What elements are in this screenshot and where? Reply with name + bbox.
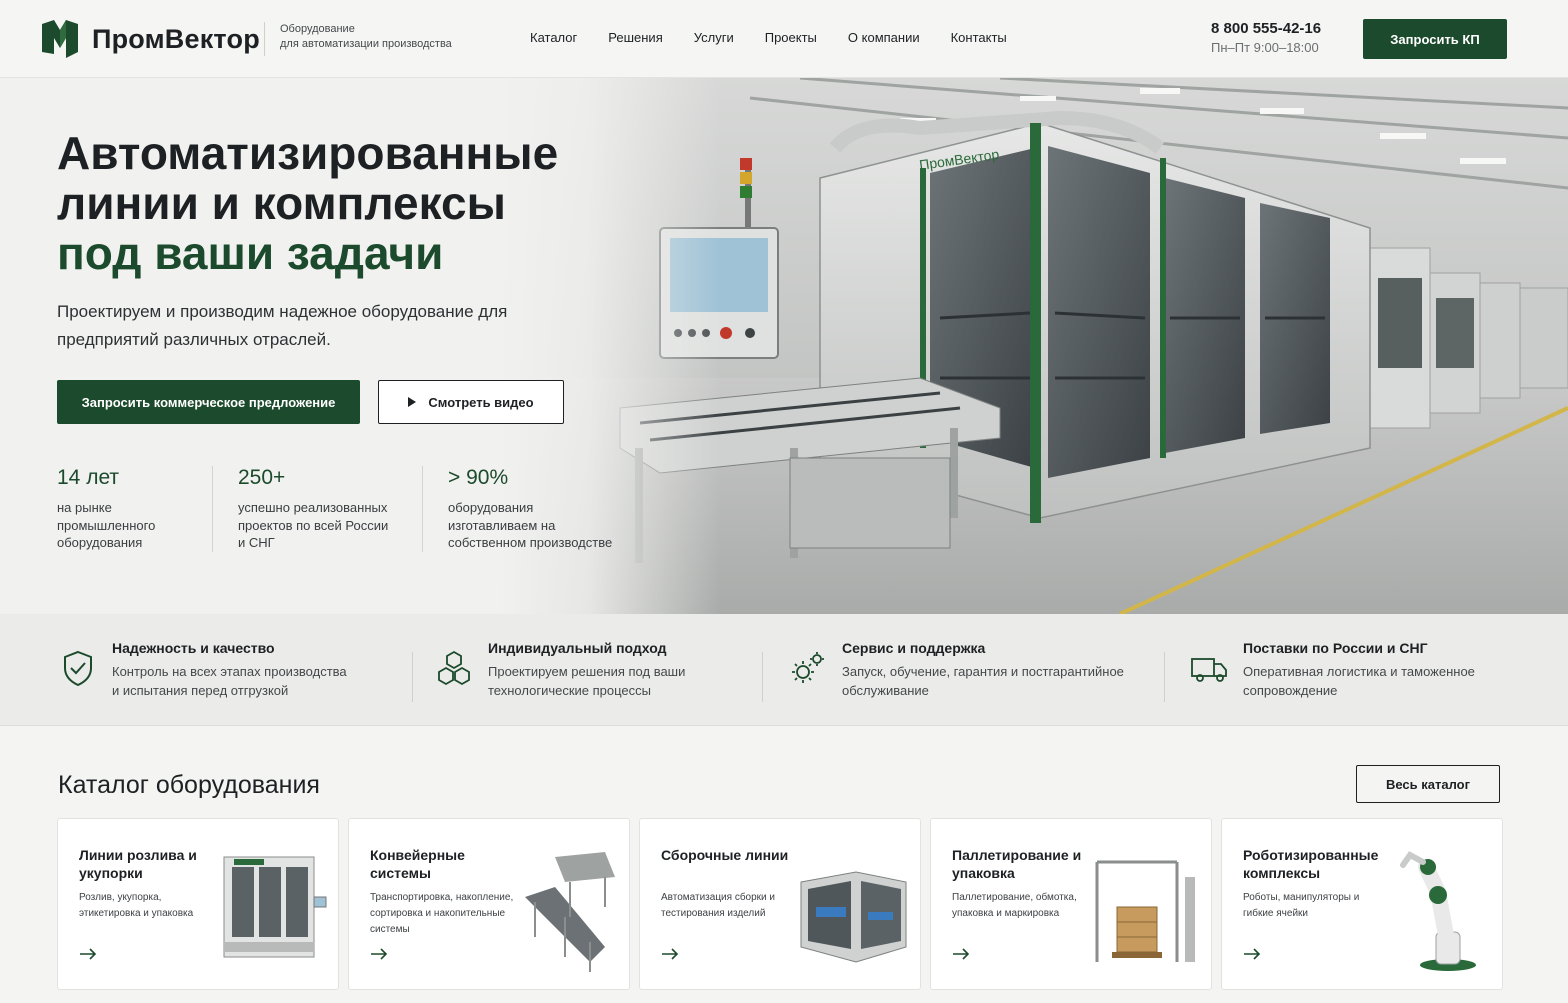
catalog-card-palletizing[interactable]: Паллетирование и упаковка Паллетирование…: [930, 818, 1212, 990]
features-strip: Надежность и качество Контроль на всех э…: [0, 614, 1568, 726]
catalog-card-robotics[interactable]: Роботизированные комплексы Роботы, манип…: [1221, 818, 1503, 990]
arrow-right-icon[interactable]: [952, 947, 970, 961]
catalog-card-assembly-lines[interactable]: Сборочные линии Автоматизация сборки и т…: [639, 818, 921, 990]
catalog-card-filling-lines[interactable]: Линии розлива и укупорки Розлив, укупорк…: [57, 818, 339, 990]
brand-tagline: Оборудование для автоматизации производс…: [264, 22, 452, 56]
watch-video-label: Смотреть видео: [428, 394, 534, 410]
gears-icon: [792, 652, 824, 683]
arrow-right-icon[interactable]: [1243, 947, 1261, 961]
work-hours: Пн–Пт 9:00–18:00: [1211, 40, 1319, 55]
arrow-right-icon[interactable]: [370, 947, 388, 961]
feature-quality: Надежность и качество Контроль на всех э…: [58, 640, 352, 700]
request-commercial-offer-button[interactable]: Запросить коммерческое предложение: [57, 380, 360, 424]
assembly-cell-image: [800, 871, 907, 963]
nav-item-catalog[interactable]: Каталог: [530, 30, 577, 45]
feature-divider: [1164, 652, 1165, 702]
stat-label: на рынке промышленного оборудования: [57, 500, 156, 550]
feature-divider: [762, 652, 763, 702]
logo[interactable]: ПромВектор: [40, 18, 260, 60]
card-desc: Розлив, укупорка, этикетировка и упаковк…: [79, 892, 194, 919]
stat-label: оборудования изготавливаем на собственно…: [448, 500, 613, 550]
hero-stats: 14 лет на рынке промышленного оборудован…: [57, 466, 642, 552]
card-desc: Автоматизация сборки и тестирования изде…: [661, 892, 776, 919]
nav-item-solutions[interactable]: Решения: [608, 30, 662, 45]
nav-item-projects[interactable]: Проекты: [765, 30, 817, 45]
stat-value: 250+: [238, 466, 286, 489]
feature-title: Индивидуальный подход: [488, 640, 667, 656]
cubes-icon: [438, 650, 470, 686]
request-quote-button[interactable]: Запросить КП: [1363, 19, 1507, 59]
hero-title-line-1: Автоматизированные: [57, 127, 559, 179]
shield-check-icon: [64, 650, 92, 687]
card-title: Конвейерные системы: [370, 847, 465, 881]
arrow-right-icon[interactable]: [661, 947, 679, 961]
arrow-right-icon[interactable]: [79, 947, 97, 961]
main-nav: Каталог Решения Услуги Проекты О компани…: [530, 30, 1038, 45]
card-desc: Паллетирование, обмотка, упаковка и марк…: [952, 892, 1077, 919]
feature-title: Надежность и качество: [112, 640, 275, 656]
truck-icon: [1191, 658, 1227, 682]
site-header: ПромВектор Оборудование для автоматизаци…: [0, 0, 1568, 78]
brand-name: ПромВектор: [92, 23, 260, 54]
contact-block: 8 800 555-42-16 Пн–Пт 9:00–18:00: [1211, 20, 1321, 55]
logo-mark-icon: [42, 20, 78, 58]
feature-title: Поставки по России и СНГ: [1243, 640, 1428, 656]
card-desc: Роботы, манипуляторы и гибкие ячейки: [1243, 892, 1360, 919]
hero-section: ПромВектор Автоматизированные линии и ко…: [0, 78, 1568, 614]
card-title: Паллетирование и упаковка: [952, 847, 1082, 881]
card-title: Роботизированные комплексы: [1243, 847, 1379, 881]
full-catalog-button[interactable]: Весь каталог: [1356, 765, 1500, 803]
hero-title-line-3: под ваши задачи: [57, 227, 444, 279]
card-title: Линии розлива и укупорки: [79, 847, 197, 881]
play-icon: [408, 397, 417, 407]
nav-item-services[interactable]: Услуги: [694, 30, 734, 45]
card-desc: Транспортировка, накопление, сортировка …: [370, 892, 514, 935]
nav-item-about[interactable]: О компании: [848, 30, 920, 45]
feature-desc: Контроль на всех этапах производства и и…: [112, 664, 347, 698]
nav-item-contacts[interactable]: Контакты: [951, 30, 1007, 45]
feature-custom-approach: Индивидуальный подход Проектируем решени…: [434, 640, 698, 700]
card-title: Сборочные линии: [661, 847, 789, 863]
feature-service: Сервис и поддержка Запуск, обучение, гар…: [788, 640, 1132, 700]
conveyor-image: [525, 852, 615, 972]
palletizer-image: [1095, 860, 1195, 962]
catalog-cards: Линии розлива и укупорки Розлив, укупорк…: [57, 818, 1503, 990]
feature-delivery: Поставки по России и СНГ Оперативная лог…: [1189, 640, 1483, 700]
stat-years: 14 лет на рынке промышленного оборудован…: [57, 466, 212, 552]
hero-title-line-2: линии и комплексы: [57, 177, 506, 229]
feature-divider: [412, 652, 413, 702]
feature-title: Сервис и поддержка: [842, 640, 986, 656]
filling-line-image: [223, 856, 327, 958]
stat-own-production: > 90% оборудования изготавливаем на собс…: [422, 466, 642, 552]
stat-value: > 90%: [448, 466, 509, 489]
feature-desc: Запуск, обучение, гарантия и постгаранти…: [842, 664, 1124, 698]
hero-title: Автоматизированные линии и комплексы под…: [57, 128, 617, 278]
watch-video-button[interactable]: Смотреть видео: [378, 380, 564, 424]
hero-subtitle: Проектируем и производим надежное оборуд…: [57, 302, 508, 349]
tagline-line-1: Оборудование: [280, 23, 355, 35]
phone-number[interactable]: 8 800 555-42-16: [1211, 20, 1321, 37]
stat-value: 14 лет: [57, 466, 120, 489]
stat-projects: 250+ успешно реализованных проектов по в…: [212, 466, 422, 552]
feature-desc: Проектируем решения под ваши технологиче…: [488, 664, 686, 698]
catalog-title: Каталог оборудования: [58, 771, 320, 799]
catalog-card-conveyors[interactable]: Конвейерные системы Транспортировка, нак…: [348, 818, 630, 990]
tagline-line-2: для автоматизации производства: [280, 38, 452, 50]
feature-desc: Оперативная логистика и таможенное сопро…: [1243, 664, 1475, 698]
robot-arm-image: [1400, 851, 1476, 971]
stat-label: успешно реализованных проектов по всей Р…: [238, 500, 389, 550]
